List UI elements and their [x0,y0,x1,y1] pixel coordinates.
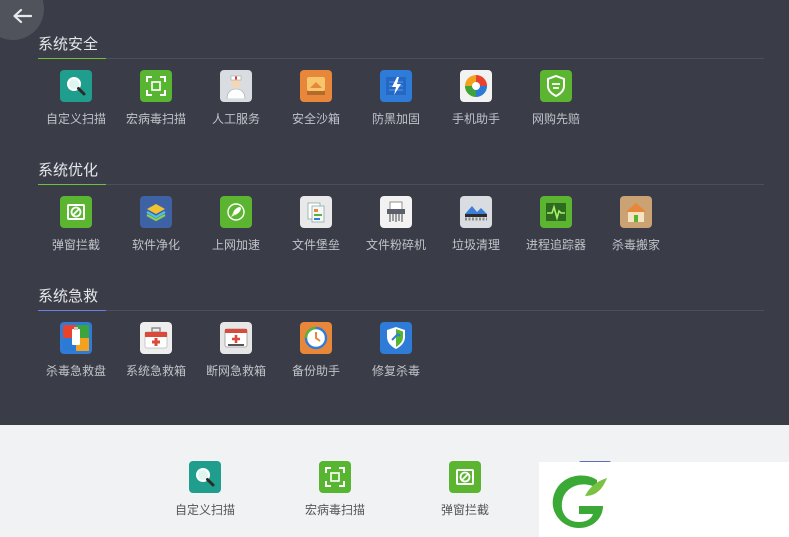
tool-label: 弹窗拦截 [51,238,100,252]
section-title: 系统优化 [38,161,99,179]
tool-label: 自定义扫描 [45,112,106,126]
quick-dock: 自定义扫描 宏病毒扫描 弹窗拦截 [0,425,789,537]
cleanup-icon [460,196,492,228]
tool-label: 杀毒急救盘 [45,364,106,378]
usb-rescue-icon [60,322,92,354]
section-title: 系统急救 [38,287,99,305]
arrow-left-icon [13,8,32,24]
logo-overlay [539,462,789,537]
file-fortress-icon [300,196,332,228]
first-aid-kit-icon [140,322,172,354]
shredder-icon [380,196,412,228]
magnifier-icon [189,461,221,493]
tool-label: 手机助手 [451,112,500,126]
tool-label: 垃圾清理 [451,238,500,252]
tool-label: 断网急救箱 [205,364,266,378]
magnifier-icon [60,70,92,102]
process-monitor-icon [540,196,572,228]
tool-label: 弹窗拦截 [440,503,489,517]
section-system-security: 系统安全 自定义扫描 宏病毒扫描 人工服务 安全沙箱 防黑加固 手机助手 网购先赔 [38,34,764,126]
tool-label: 自定义扫描 [174,503,235,517]
dock-item[interactable]: 弹窗拦截 [420,461,510,518]
tool-label: 宏病毒扫描 [125,112,186,126]
backup-clock-icon [300,322,332,354]
doctor-icon [220,70,252,102]
tool-label: 系统急救箱 [125,364,186,378]
tools-panel: 系统安全 自定义扫描 宏病毒扫描 人工服务 安全沙箱 防黑加固 手机助手 网购先赔 系统优化… [0,0,789,425]
layers-icon [140,196,172,228]
tool-label: 网购先赔 [531,112,580,126]
section-divider [38,184,764,185]
tool-item[interactable]: 人工服务 [196,65,276,127]
scan-frame-icon [140,70,172,102]
move-house-icon [620,196,652,228]
repair-shield-icon [380,322,412,354]
tool-item[interactable]: 文件堡垒 [276,191,356,253]
tool-item[interactable]: 软件净化 [116,191,196,253]
tool-item[interactable]: 杀毒急救盘 [36,317,116,379]
tool-item[interactable]: 弹窗拦截 [36,191,116,253]
tool-label: 备份助手 [291,364,340,378]
tool-label: 杀毒搬家 [611,238,660,252]
rocket-icon [220,196,252,228]
popup-block-icon [449,461,481,493]
tool-item[interactable]: 防黑加固 [356,65,436,127]
tool-label: 安全沙箱 [291,112,340,126]
tool-item[interactable]: 上网加速 [196,191,276,253]
tool-item[interactable]: 杀毒搬家 [596,191,676,253]
tool-label: 宏病毒扫描 [304,503,365,517]
shopping-shield-icon [540,70,572,102]
phone-ball-icon [460,70,492,102]
popup-block-icon [60,196,92,228]
tool-item[interactable]: 文件粉碎机 [356,191,436,253]
tool-label: 进程追踪器 [525,238,586,252]
tool-item[interactable]: 备份助手 [276,317,356,379]
tool-item[interactable]: 网购先赔 [516,65,596,127]
tool-label: 上网加速 [211,238,260,252]
tool-label: 人工服务 [211,112,260,126]
tool-item[interactable]: 垃圾清理 [436,191,516,253]
tool-label: 文件粉碎机 [365,238,426,252]
green-leaf-logo-icon [552,475,607,528]
tool-item[interactable]: 修复杀毒 [356,317,436,379]
section-divider [38,58,764,59]
scan-frame-icon [319,461,351,493]
tool-item[interactable]: 宏病毒扫描 [116,65,196,127]
section-title: 系统安全 [38,35,99,53]
dock-item[interactable]: 自定义扫描 [160,461,250,518]
tool-item[interactable]: 安全沙箱 [276,65,356,127]
tool-label: 修复杀毒 [371,364,420,378]
sandbox-icon [300,70,332,102]
tool-label: 文件堡垒 [291,238,340,252]
section-divider [38,310,764,311]
tool-label: 防黑加固 [371,112,420,126]
lightning-shield-icon [380,70,412,102]
section-system-optimize: 系统优化 弹窗拦截 软件净化 上网加速 文件堡垒 文件粉碎机 垃圾清理 进程追踪器 杀毒搬家 [38,160,764,252]
network-aid-kit-icon [220,322,252,354]
tool-label: 软件净化 [131,238,180,252]
tool-item[interactable]: 自定义扫描 [36,65,116,127]
tool-item[interactable]: 进程追踪器 [516,191,596,253]
tool-item[interactable]: 断网急救箱 [196,317,276,379]
dock-item[interactable]: 宏病毒扫描 [290,461,380,518]
tool-item[interactable]: 手机助手 [436,65,516,127]
tool-item[interactable]: 系统急救箱 [116,317,196,379]
section-system-rescue: 系统急救 杀毒急救盘 系统急救箱 断网急救箱 备份助手 修复杀毒 [38,286,764,378]
